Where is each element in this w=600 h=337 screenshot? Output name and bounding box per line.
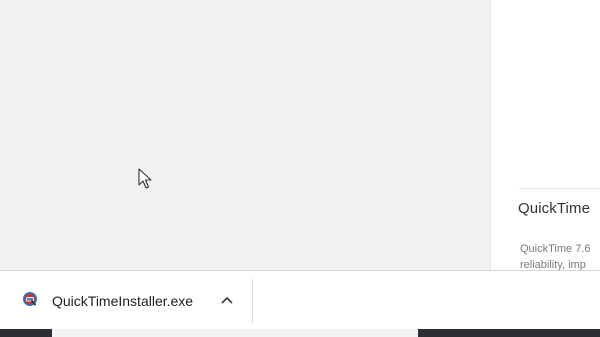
- panel-divider: [519, 188, 600, 189]
- taskbar-strip: [0, 329, 600, 337]
- product-description-line-2: reliability, imp: [520, 259, 586, 270]
- product-title[interactable]: QuickTime: [518, 200, 590, 217]
- download-item[interactable]: QuickTimeInstaller.exe: [0, 271, 252, 330]
- chevron-up-icon[interactable]: [218, 291, 236, 309]
- download-file-name[interactable]: QuickTimeInstaller.exe: [52, 293, 193, 309]
- product-description: QuickTime 7.6 reliability, imp: [520, 241, 591, 270]
- download-item-separator: [252, 279, 253, 323]
- product-side-panel: QuickTime QuickTime 7.6 reliability, imp: [490, 0, 600, 270]
- download-shelf: QuickTimeInstaller.exe: [0, 270, 600, 330]
- page-content-area: [0, 0, 490, 270]
- product-description-line-1: QuickTime 7.6: [520, 243, 591, 255]
- quicktime-installer-icon: [23, 292, 37, 306]
- browser-viewport: QuickTime QuickTime 7.6 reliability, imp…: [0, 0, 600, 337]
- taskbar-segment: [52, 329, 418, 337]
- mouse-pointer-icon: [138, 168, 152, 189]
